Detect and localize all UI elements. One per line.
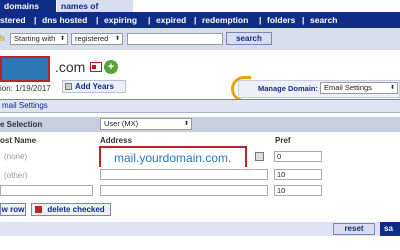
domain-tld: .com — [55, 59, 86, 75]
nav-dns-hosted[interactable]: dns hosted — [42, 12, 87, 28]
search-button[interactable]: search — [226, 32, 272, 45]
nav-separator: | — [259, 15, 262, 25]
column-address: Address — [100, 136, 133, 145]
address-input[interactable] — [100, 185, 268, 196]
column-host-name: ost Name — [0, 136, 37, 145]
type-selection-label: e Selection — [0, 120, 43, 129]
nav-separator: | — [194, 15, 197, 25]
match-type-select[interactable]: Starting with ⬍ — [10, 33, 68, 45]
nav-expired[interactable]: expired — [156, 12, 186, 28]
select-arrows-icon: ⬍ — [59, 36, 65, 42]
save-button[interactable]: sa — [380, 222, 400, 236]
domain-name-redacted — [2, 58, 48, 80]
pref-input[interactable]: 0 — [274, 151, 322, 162]
delete-icon — [35, 206, 42, 213]
manage-domain-select[interactable]: Email Settings ⬍ — [320, 82, 398, 94]
select-arrows-icon: ⬍ — [389, 85, 395, 91]
pref-input[interactable]: 10 — [274, 185, 322, 196]
nav-folders[interactable]: folders — [267, 12, 295, 28]
column-pref: Pref — [275, 136, 291, 145]
select-arrows-icon: ⬍ — [183, 121, 189, 127]
add-years-label: Add Years — [75, 82, 114, 91]
manage-domain-value: Email Settings — [324, 83, 372, 92]
new-row-button[interactable]: w row — [0, 203, 26, 216]
nav-separator: | — [34, 15, 37, 25]
address-input[interactable] — [100, 169, 268, 180]
add-icon[interactable]: + — [104, 60, 118, 74]
contact-card-icon[interactable] — [90, 62, 102, 72]
pref-input[interactable]: 10 — [274, 169, 322, 180]
status-value: registered — [75, 34, 109, 43]
address-value: mail.yourdomain.com. — [114, 151, 232, 165]
nav-expiring[interactable]: expiring — [104, 12, 137, 28]
reset-button[interactable]: reset — [333, 223, 375, 235]
host-hint: (other) — [4, 171, 28, 180]
main-nav: stered | dns hosted | expiring | expired… — [0, 12, 400, 28]
search-label: h — [0, 34, 5, 43]
select-arrows-icon: ⬍ — [114, 36, 120, 42]
calendar-icon — [65, 83, 72, 90]
record-type-select[interactable]: User (MX) ⬍ — [100, 118, 192, 130]
nav-search[interactable]: search — [310, 12, 337, 28]
host-hint: (none) — [4, 152, 28, 161]
delete-checked-label: delete checked — [47, 205, 105, 214]
nav-redemption[interactable]: redemption — [202, 12, 248, 28]
nav-separator: | — [302, 15, 305, 25]
section-title: mail Settings — [0, 99, 400, 113]
delete-checked-button[interactable]: delete checked — [31, 203, 111, 216]
search-input[interactable] — [127, 33, 223, 45]
add-years-button[interactable]: Add Years — [62, 80, 126, 93]
host-input[interactable] — [0, 185, 93, 196]
match-type-value: Starting with — [14, 34, 56, 43]
search-row: h Starting with ⬍ registered ⬍ search — [0, 28, 400, 50]
nav-registered[interactable]: stered — [0, 12, 26, 28]
record-type-value: User (MX) — [104, 119, 139, 128]
nav-separator: | — [96, 15, 99, 25]
nav-separator: | — [148, 15, 151, 25]
expiration-date: ion: 1/19/2017 — [0, 84, 51, 93]
tab-domains[interactable]: domains — [0, 0, 56, 12]
manage-domain-label: Manage Domain: — [258, 84, 319, 93]
address-book-icon[interactable] — [255, 152, 264, 161]
status-select[interactable]: registered ⬍ — [71, 33, 123, 45]
tab-names-of-interest[interactable]: names of interest — [57, 0, 133, 23]
top-tabbar: domains names of interest — [0, 0, 400, 23]
type-selection-row — [0, 117, 400, 132]
